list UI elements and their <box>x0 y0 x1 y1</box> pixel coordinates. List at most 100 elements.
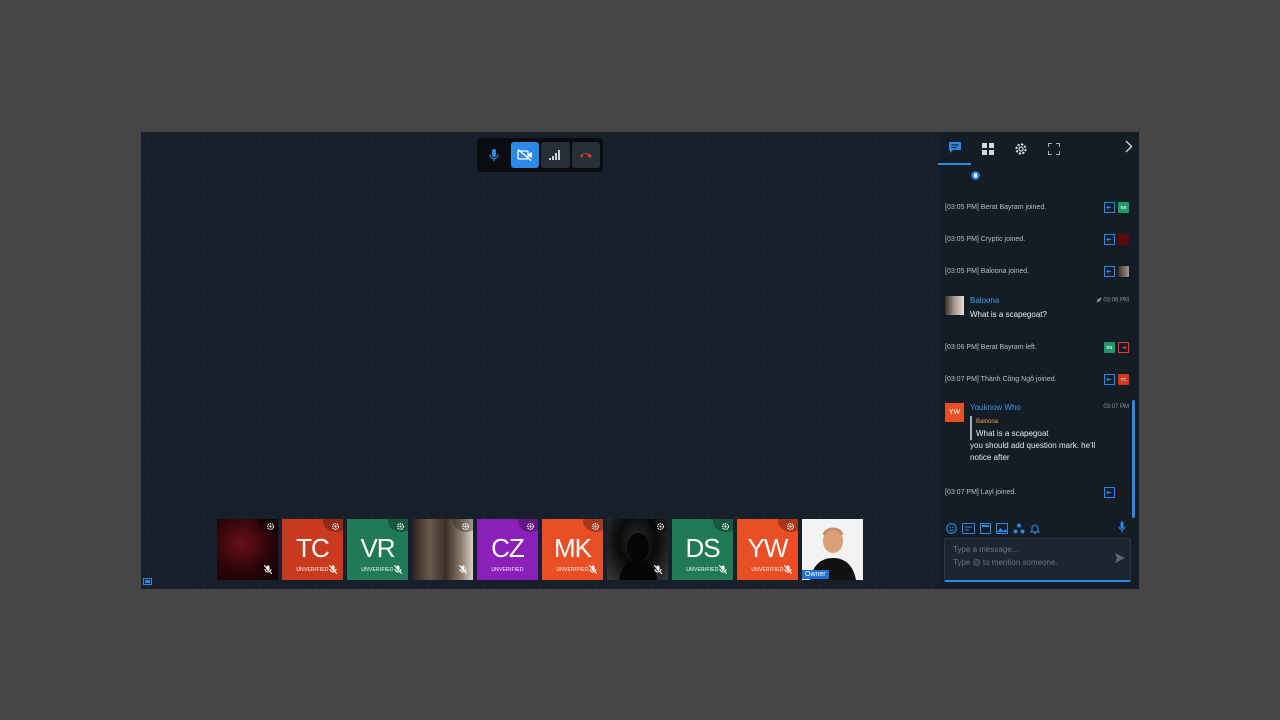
tile-settings-button[interactable] <box>648 519 668 532</box>
mic-muted-icon <box>459 565 467 574</box>
participant-tile[interactable]: TC UNVERIFIED <box>282 519 343 580</box>
tile-settings-button[interactable] <box>518 519 538 532</box>
connection-quality-button[interactable] <box>541 142 570 168</box>
message-time: 03:06 PM <box>1096 297 1129 304</box>
leave-icon <box>1118 341 1129 353</box>
video-chat-app: TC UNVERIFIED VR UNVERIFIED CZ UNVERIFIE… <box>141 132 1139 589</box>
gear-icon <box>266 522 274 530</box>
user-avatar <box>1118 265 1129 277</box>
participant-tile[interactable]: CZ UNVERIFIED <box>477 519 538 580</box>
gear-icon <box>1014 142 1027 155</box>
participant-tile[interactable] <box>412 519 473 580</box>
chat-message: Baloona 03:06 PM What is a scapegoat? <box>945 296 1129 326</box>
edit-icon <box>1096 297 1102 303</box>
gear-icon <box>396 522 404 530</box>
share-icon[interactable] <box>1013 523 1025 534</box>
participant-tile[interactable]: Owner <box>802 519 863 580</box>
message-time: 03:07 PM <box>1103 404 1129 410</box>
participant-tile[interactable]: DS UNVERIFIED <box>672 519 733 580</box>
tile-settings-button[interactable] <box>713 519 733 532</box>
tile-settings-button[interactable] <box>258 519 278 532</box>
emoji-reaction-icon <box>971 171 980 180</box>
quoted-message[interactable]: Baloona What is a scapegoat <box>970 416 1115 440</box>
mic-muted-icon <box>264 565 272 574</box>
sticker-icon[interactable] <box>962 522 975 534</box>
emoji-icon[interactable] <box>946 522 957 534</box>
gear-icon <box>721 522 729 530</box>
microphone-button[interactable] <box>480 142 509 168</box>
tile-settings-button[interactable] <box>323 519 343 532</box>
system-message: [03:06 PM] Berat Bayram left. BB <box>945 339 1129 355</box>
hangup-icon <box>579 153 592 158</box>
participant-tile[interactable]: VR UNVERIFIED <box>347 519 408 580</box>
system-message-text: [03:05 PM] Baloona joined. <box>945 267 1030 275</box>
tab-chat[interactable] <box>938 132 971 165</box>
message-placeholder: Type a message... <box>953 545 1019 554</box>
quoted-text: What is a scapegoat <box>976 429 1049 438</box>
layout-toggle-icon[interactable] <box>143 578 152 585</box>
system-message-text: [03:07 PM] Layl joined. <box>945 488 1017 496</box>
send-icon[interactable] <box>1115 553 1125 563</box>
participant-strip: TC UNVERIFIED VR UNVERIFIED CZ UNVERIFIE… <box>217 519 863 580</box>
system-message-text: [03:05 PM] Berat Bayram joined. <box>945 203 1047 211</box>
fullscreen-icon <box>1047 142 1060 155</box>
tile-settings-button[interactable] <box>778 519 798 532</box>
hangup-button[interactable] <box>571 142 600 168</box>
chat-log: . [03:05 PM] Berat Bayram joined. BB [03… <box>938 168 1139 516</box>
join-icon <box>1104 265 1115 277</box>
system-message: [03:05 PM] Berat Bayram joined. BB <box>945 199 1129 215</box>
chat-message: YW Youknow Who 03:07 PM Baloona What is … <box>945 403 1129 463</box>
owner-badge: Owner <box>802 570 829 579</box>
user-avatar <box>1118 486 1129 498</box>
participant-tile[interactable]: YW UNVERIFIED <box>737 519 798 580</box>
gear-icon <box>526 522 534 530</box>
join-icon <box>1104 201 1115 213</box>
bell-icon[interactable] <box>1030 523 1040 534</box>
system-message: [03:05 PM] Cryptic joined. <box>945 231 1129 247</box>
participant-tile[interactable]: MK UNVERIFIED <box>542 519 603 580</box>
gear-icon <box>461 522 469 530</box>
mention-hint: Type @ to mention someone. <box>953 558 1058 567</box>
tile-settings-button[interactable] <box>388 519 408 532</box>
tile-settings-button[interactable] <box>583 519 603 532</box>
participant-initials: DS <box>685 533 720 563</box>
silhouette-icon <box>619 533 657 580</box>
join-icon <box>1104 486 1115 498</box>
sidebar-tabs <box>938 132 1139 165</box>
microphone-icon[interactable] <box>1118 521 1126 533</box>
tab-grid[interactable] <box>971 132 1004 165</box>
participant-initials: MK <box>554 533 592 563</box>
camera-off-icon <box>517 149 532 161</box>
camera-button[interactable] <box>510 142 539 168</box>
message-input[interactable]: Type a message... Type @ to mention some… <box>944 538 1131 582</box>
composer-toolbar <box>946 521 1136 535</box>
system-message-text: [03:05 PM] Cryptic joined. <box>945 235 1026 243</box>
quoted-author: Baloona <box>976 419 999 425</box>
system-message: [03:07 PM] Thành Công Ngô joined. TC <box>945 371 1129 387</box>
system-message: [03:07 PM] Layl joined. <box>945 484 1129 500</box>
tab-settings[interactable] <box>1004 132 1037 165</box>
user-avatar: BB <box>1118 201 1129 213</box>
tile-settings-button[interactable] <box>453 519 473 532</box>
participant-tile[interactable] <box>607 519 668 580</box>
image-icon[interactable] <box>996 522 1008 534</box>
chevron-right-icon[interactable] <box>1125 140 1133 153</box>
microphone-icon <box>489 149 499 161</box>
participant-tile[interactable] <box>217 519 278 580</box>
user-avatar <box>1118 233 1129 245</box>
mic-muted-icon <box>719 565 727 574</box>
reply-text: you should add question mark. he'll noti… <box>970 441 1096 462</box>
gear-icon <box>591 522 599 530</box>
tab-fullscreen[interactable] <box>1037 132 1070 165</box>
join-icon <box>1104 233 1115 245</box>
message-text: Baloona What is a scapegoat you should a… <box>970 416 1115 464</box>
user-avatar: BB <box>1104 341 1115 353</box>
mic-muted-icon <box>394 565 402 574</box>
gif-icon[interactable] <box>980 522 991 534</box>
participant-initials: TC <box>296 533 330 563</box>
message-author[interactable]: Youknow Who <box>970 403 1021 412</box>
video-stage: TC UNVERIFIED VR UNVERIFIED CZ UNVERIFIE… <box>141 132 938 589</box>
chat-scrollbar[interactable] <box>1132 400 1135 518</box>
participant-initials: VR <box>360 533 395 563</box>
message-author[interactable]: Baloona <box>970 296 999 305</box>
